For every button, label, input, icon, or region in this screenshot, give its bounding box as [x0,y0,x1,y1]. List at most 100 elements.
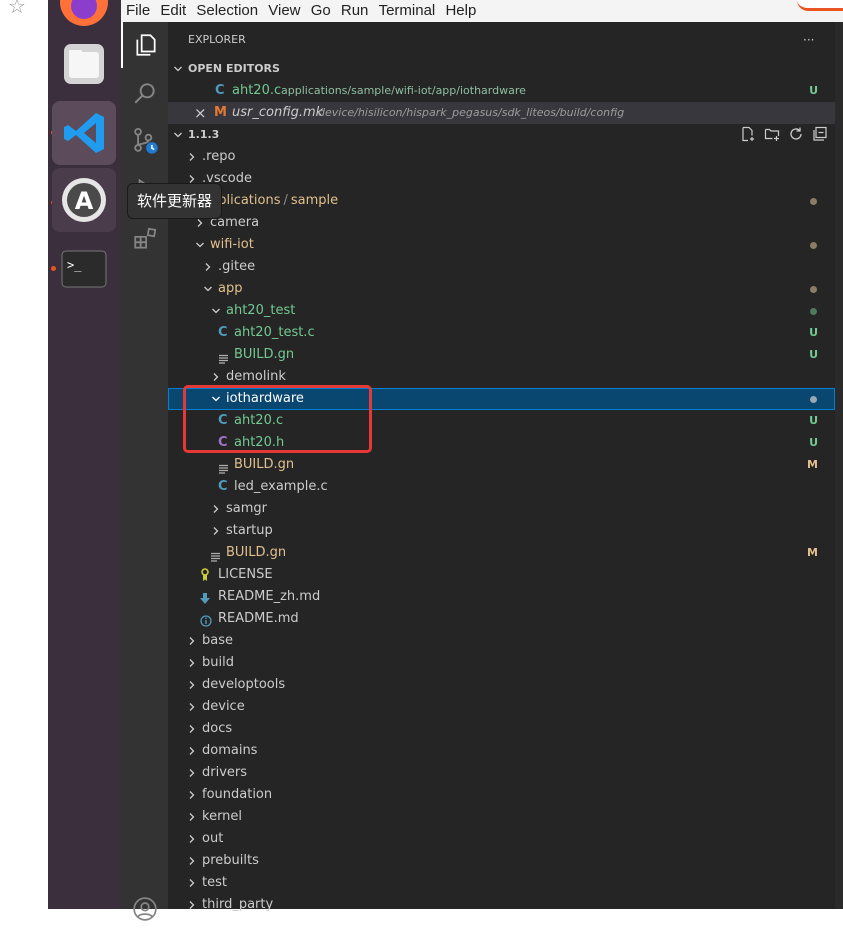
menu-selection[interactable]: Selection [196,0,258,22]
modified-dot [810,396,817,403]
tree-label: .gitee [218,259,256,274]
menu-bar: File Edit Selection View Go Run Terminal… [121,0,843,22]
tree-file-license[interactable]: LICENSE [168,564,835,586]
chevron-right-icon [186,806,198,828]
explorer-icon[interactable] [121,22,168,68]
tree-folder-prebuilts[interactable]: prebuilts [168,850,835,872]
menu-terminal[interactable]: Terminal [379,0,436,22]
chevron-right-icon [186,740,198,762]
tree-file-aht20-c[interactable]: C aht20.c U [168,410,835,432]
tree-folder-test[interactable]: test [168,872,835,894]
menu-view[interactable]: View [268,0,300,22]
open-editor-path: applications/sample/wifi-iot/app/iothard… [281,84,526,97]
tree-folder-repo[interactable]: .repo [168,146,835,168]
c-file-icon: C [218,479,228,494]
chevron-right-icon [186,872,198,894]
menu-edit[interactable]: Edit [160,0,186,22]
files-icon[interactable] [52,32,116,96]
modified-dot [810,242,817,249]
tree-folder-vscode[interactable]: .vscode [168,168,835,190]
chevron-down-icon [172,124,184,146]
chevron-right-icon [186,850,198,872]
tree-file-build-gn[interactable]: BUILD.gn U [168,344,835,366]
chevron-down-icon [202,278,214,300]
menu-go[interactable]: Go [311,0,331,22]
search-icon[interactable] [121,70,168,116]
open-editor-item[interactable]: × M usr_config.mk device/hisilicon/hispa… [168,102,835,124]
tree-folder-base[interactable]: base [168,630,835,652]
menu-help[interactable]: Help [445,0,476,22]
tree-folder-third-party[interactable]: third_party [168,894,835,916]
tree-folder-samgr[interactable]: samgr [168,498,835,520]
open-editors-header[interactable]: OPEN EDITORS [168,58,835,80]
tree-folder-build[interactable]: build [168,652,835,674]
tree-folder-drivers[interactable]: drivers [168,762,835,784]
workspace-root-header[interactable]: 1.1.3 [168,124,835,146]
tree-folder-aht20-test[interactable]: aht20_test [168,300,835,322]
open-editor-name: aht20.c [232,83,282,98]
close-icon[interactable]: × [194,102,207,124]
chevron-down-icon [210,300,222,322]
more-actions-button[interactable]: ··· [803,29,814,51]
account-icon[interactable] [121,886,168,932]
tree-folder-developtools[interactable]: developtools [168,674,835,696]
git-status-badge: U [809,348,818,361]
firefox-icon[interactable] [52,0,116,34]
tree-label: applications / sample [202,193,339,208]
tree-folder-app[interactable]: app [168,278,835,300]
tree-file-aht20-h[interactable]: C aht20.h U [168,432,835,454]
tree-label: BUILD.gn [234,457,295,472]
tree-folder-domains[interactable]: domains [168,740,835,762]
tree-folder-applications-sample[interactable]: applications / sample [168,190,835,212]
tree-folder-iothardware[interactable]: iothardware [168,388,835,410]
tree-file-readme-zh[interactable]: README_zh.md [168,586,835,608]
chevron-right-icon [210,520,222,542]
tree-folder-wifi-iot[interactable]: wifi-iot [168,234,835,256]
terminal-icon[interactable]: >_ [52,236,116,300]
tree-label: aht20_test [226,303,296,318]
tree-label: developtools [202,677,286,692]
tree-folder-demolink[interactable]: demolink [168,366,835,388]
tree-folder-device[interactable]: device [168,696,835,718]
menu-file[interactable]: File [126,0,150,22]
tree-label: aht20.h [234,435,285,450]
tree-label: aht20_test.c [234,325,315,340]
source-control-icon[interactable] [121,118,168,164]
tree-folder-kernel[interactable]: kernel [168,806,835,828]
tree-file-readme[interactable]: README.md [168,608,835,630]
tree-folder-startup[interactable]: startup [168,520,835,542]
tree-file-aht20-test-c[interactable]: C aht20_test.c U [168,322,835,344]
open-editor-item[interactable]: C aht20.c applications/sample/wifi-iot/a… [168,80,835,102]
extensions-icon[interactable] [121,216,168,262]
git-status-badge: U [809,84,818,97]
tree-label: prebuilts [202,853,259,868]
chevron-down-icon [194,234,206,256]
tree-folder-foundation[interactable]: foundation [168,784,835,806]
tree-file-build-gn[interactable]: BUILD.gn M [168,542,835,564]
tree-folder-gitee[interactable]: .gitee [168,256,835,278]
chevron-right-icon [202,256,214,278]
scrollbar[interactable] [835,22,843,909]
vscode-icon[interactable] [52,101,116,165]
svg-text:>_: >_ [67,258,82,272]
software-updater-icon[interactable]: A [52,168,116,232]
chevron-right-icon [186,630,198,652]
modified-dot [810,286,817,293]
tree-label: third_party [202,897,274,912]
tree-folder-camera[interactable]: camera [168,212,835,234]
chevron-right-icon [186,674,198,696]
c-file-icon: C [218,413,228,428]
explorer-header: EXPLORER ··· [168,29,835,51]
chevron-right-icon [210,498,222,520]
star-icon[interactable]: ☆ [8,0,26,18]
tree-folder-out[interactable]: out [168,828,835,850]
tree-label: out [202,831,224,846]
workspace-root-name: 1.1.3 [188,128,220,141]
tree-folder-docs[interactable]: docs [168,718,835,740]
tree-file-led-example-c[interactable]: C led_example.c [168,476,835,498]
c-file-icon: C [215,83,225,98]
tree-label: build [202,655,234,670]
tree-file-build-gn[interactable]: BUILD.gn M [168,454,835,476]
menu-run[interactable]: Run [341,0,369,22]
tree-label: base [202,633,233,648]
